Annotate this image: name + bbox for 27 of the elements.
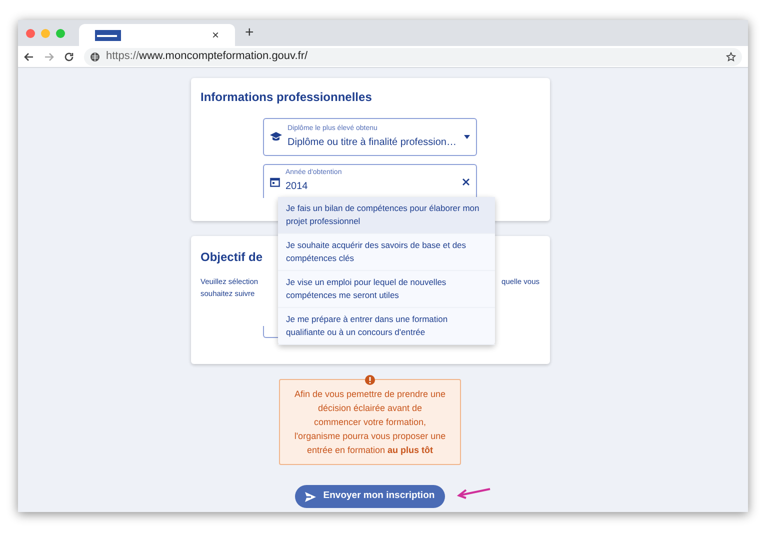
bookmark-star-icon[interactable] [726, 52, 736, 62]
browser-tab[interactable]: × [79, 24, 235, 46]
url-text: https://www.moncompteformation.gouv.fr/ [106, 49, 308, 64]
address-bar[interactable]: https://www.moncompteformation.gouv.fr/ [84, 48, 742, 66]
clear-icon[interactable] [462, 178, 470, 186]
notice-text: Afin de vous pemettre de prendre une décision éclairée avant de commencer votre formation, l'organisme pourra vous proposer une entrée en formation au plus tôt [294, 388, 446, 457]
graduation-cap-icon [270, 132, 282, 142]
site-logo-icon [95, 30, 121, 40]
tab-close-button[interactable]: × [212, 26, 219, 44]
calendar-icon [270, 177, 280, 187]
field-value: 2014 [286, 180, 309, 194]
submit-button[interactable]: Envoyer mon inscription [295, 485, 445, 508]
section-title: Objectif de [200, 249, 263, 266]
dropdown-option[interactable]: Je me prépare à entrer dans une formation qualifiante ou à un concours d'entrée [278, 308, 495, 345]
dropdown-caret-icon [464, 135, 470, 139]
pointer-arrow-icon [457, 487, 492, 499]
back-arrow-icon[interactable] [24, 52, 34, 62]
field-value: Diplôme ou titre à finalité profession… [288, 136, 458, 150]
new-tab-button[interactable]: + [245, 22, 254, 44]
section-title: Informations professionnelles [200, 89, 373, 106]
dropdown-option[interactable]: Je fais un bilan de compétences pour élaborer mon projet professionnel [278, 197, 495, 234]
globe-icon [90, 52, 100, 62]
dropdown-option[interactable]: Je vise un emploi pour lequel de nouvelles compétences me seront utiles [278, 271, 495, 308]
info-icon [365, 375, 375, 385]
dropdown-option[interactable]: Je souhaite acquérir des savoirs de base et des compétences clés [278, 234, 495, 271]
reload-icon[interactable] [64, 52, 74, 62]
send-icon [305, 492, 316, 502]
